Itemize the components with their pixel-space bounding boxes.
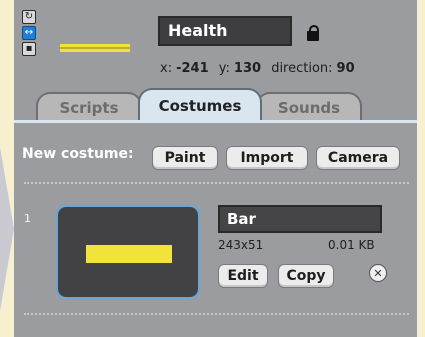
rotate-icon[interactable]: ↻ — [22, 10, 36, 24]
stage-pointer — [0, 147, 14, 311]
costume-name-field[interactable]: Bar — [218, 205, 382, 233]
tab-underline — [14, 120, 417, 123]
tab-sounds[interactable]: Sounds — [256, 92, 362, 122]
y-value: 130 — [233, 61, 262, 76]
costume-size: 0.01 KB — [328, 238, 375, 252]
divider-bottom — [24, 313, 409, 315]
new-costume-label: New costume: — [22, 146, 134, 162]
lock-icon[interactable] — [307, 25, 319, 41]
no-rotate-icon[interactable]: ▪ — [22, 42, 36, 56]
left-right-icon[interactable]: ↔ — [22, 26, 36, 40]
direction-value: 90 — [336, 61, 355, 76]
tab-scripts[interactable]: Scripts — [36, 92, 142, 122]
direction-label: direction: — [271, 61, 333, 76]
costume-index: 1 — [24, 212, 31, 225]
y-label: y: — [218, 61, 230, 76]
delete-icon[interactable]: ✕ — [369, 264, 387, 282]
copy-button[interactable]: Copy — [278, 264, 334, 288]
camera-button[interactable]: Camera — [316, 146, 400, 170]
panel-edge — [417, 0, 421, 337]
costume-preview — [86, 245, 172, 263]
sprite-info-panel: ↻ ↔ ▪ Health x: -241 y: 130 direction: 90 S… — [14, 0, 421, 337]
paint-button[interactable]: Paint — [152, 146, 218, 170]
costume-thumbnail[interactable] — [56, 205, 200, 299]
sprite-thumbnail — [60, 44, 130, 52]
x-value: -241 — [176, 61, 209, 76]
costume-dimensions: 243x51 — [218, 238, 264, 252]
edit-button[interactable]: Edit — [218, 264, 268, 288]
sprite-name-field[interactable]: Health — [158, 16, 292, 46]
import-button[interactable]: Import — [226, 146, 308, 170]
tab-costumes[interactable]: Costumes — [138, 88, 262, 122]
divider-top — [24, 182, 409, 184]
sprite-coordinates: x: -241 y: 130 direction: 90 — [160, 61, 361, 76]
x-label: x: — [160, 61, 173, 76]
